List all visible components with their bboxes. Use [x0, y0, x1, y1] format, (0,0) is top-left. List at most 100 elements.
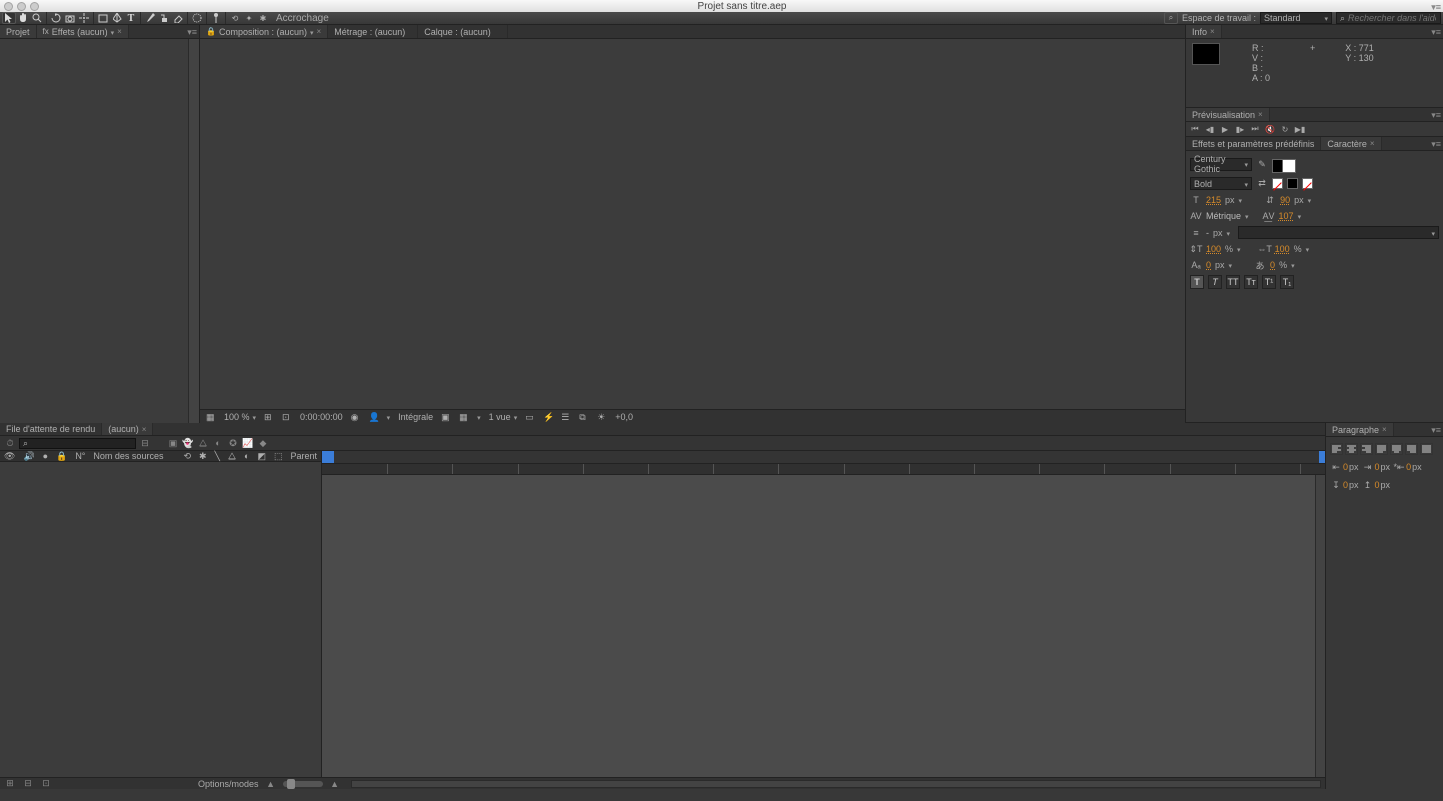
subscript-button[interactable]: T₁ — [1280, 275, 1294, 289]
col-parent[interactable]: Parent — [290, 451, 317, 461]
world-axis-icon[interactable]: ✦ — [242, 12, 256, 24]
local-axis-icon[interactable]: ⟲ — [228, 12, 242, 24]
snapshot-icon[interactable]: ◉ — [351, 412, 361, 422]
timecode-display[interactable]: 0:00:00:00 — [300, 412, 343, 422]
close-window-icon[interactable] — [4, 2, 13, 11]
superscript-button[interactable]: T¹ — [1262, 275, 1276, 289]
timeline-search[interactable]: ⌕ — [19, 438, 136, 449]
draft-3d-icon[interactable]: ▣ — [167, 437, 179, 449]
camera-tool-icon[interactable] — [63, 12, 77, 24]
comp-mini-flowchart-icon[interactable]: ⊟ — [139, 437, 151, 449]
chevron-down-icon[interactable] — [387, 412, 391, 422]
eye-column-icon[interactable]: 👁 — [4, 451, 15, 462]
help-search[interactable]: ⌕ — [1336, 12, 1441, 24]
no-fill-swatch[interactable] — [1302, 178, 1313, 189]
lock-icon[interactable]: 🔒 — [206, 27, 216, 36]
tab-layer[interactable]: Calque : (aucun) — [418, 25, 508, 38]
panel-menu-icon[interactable]: ▾≡ — [1431, 110, 1441, 121]
project-panel-body[interactable] — [0, 39, 199, 423]
minimize-window-icon[interactable] — [17, 2, 26, 11]
tab-effects-current[interactable]: fx Effets (aucun) × — [37, 25, 129, 38]
grid-icon[interactable]: ⊡ — [282, 412, 292, 422]
work-area-start-handle[interactable] — [322, 451, 334, 463]
loop-icon[interactable]: ↻ — [1280, 124, 1290, 134]
timeline-layer-area[interactable] — [0, 462, 321, 777]
tab-preview[interactable]: Prévisualisation× — [1186, 108, 1270, 121]
align-center-button[interactable] — [1345, 443, 1358, 455]
space-after-value[interactable]: 0 — [1375, 480, 1380, 490]
rectangle-tool-icon[interactable] — [96, 12, 110, 24]
vscale-value[interactable]: 100 — [1206, 244, 1221, 254]
baseline-value[interactable]: 0 — [1206, 260, 1211, 270]
hide-shy-icon[interactable]: 👻 — [182, 437, 194, 449]
pen-tool-icon[interactable] — [110, 12, 124, 24]
stroke-style-dropdown[interactable] — [1238, 226, 1439, 239]
roto-brush-tool-icon[interactable] — [190, 12, 204, 24]
scrollbar-vertical[interactable] — [188, 39, 199, 423]
stroke-color-swatch[interactable] — [1282, 159, 1296, 173]
zoom-in-icon[interactable]: ▲ — [329, 778, 341, 790]
font-style-dropdown[interactable]: Bold — [1190, 177, 1252, 190]
align-right-button[interactable] — [1360, 443, 1373, 455]
exposure-value[interactable]: +0,0 — [615, 412, 633, 422]
3d-column-icon[interactable]: ⬚ — [274, 451, 283, 462]
panel-menu-icon[interactable]: ▾≡ — [1431, 2, 1441, 13]
solo-column-icon[interactable]: ● — [43, 451, 48, 461]
show-snapshot-icon[interactable]: 👤 — [369, 412, 379, 422]
col-source-name[interactable]: Nom des sources — [93, 451, 163, 461]
tab-timeline-comp[interactable]: (aucun)× — [102, 423, 153, 435]
clone-stamp-tool-icon[interactable] — [157, 12, 171, 24]
window-controls[interactable] — [4, 2, 39, 11]
col-number[interactable]: N° — [75, 451, 85, 461]
scrollbar-vertical[interactable] — [1315, 475, 1325, 777]
region-icon[interactable]: ▣ — [441, 412, 451, 422]
timeline-icon[interactable]: ☰ — [561, 412, 571, 422]
timeline-search-input[interactable] — [28, 439, 132, 448]
close-icon[interactable]: × — [317, 27, 322, 36]
motion-blur-column-icon[interactable]: ◐ — [244, 451, 249, 461]
panel-menu-icon[interactable]: ▾≡ — [1431, 27, 1441, 38]
tab-character[interactable]: Caractère× — [1321, 137, 1381, 150]
resolution-icon[interactable]: ⊞ — [264, 412, 274, 422]
small-caps-button[interactable]: Tᴛ — [1244, 275, 1258, 289]
brush-tool-icon[interactable] — [143, 12, 157, 24]
tab-footage[interactable]: Métrage : (aucun) — [328, 25, 418, 38]
quality-column-icon[interactable]: ╲ — [215, 451, 220, 462]
justify-all-button[interactable] — [1420, 443, 1433, 455]
leading-value[interactable]: 90 — [1280, 195, 1290, 205]
close-icon[interactable]: × — [117, 27, 122, 36]
view-layout-dropdown[interactable]: 1 vue — [489, 412, 518, 422]
font-family-dropdown[interactable]: Century Gothic — [1190, 158, 1252, 171]
next-frame-icon[interactable]: ▮▸ — [1235, 124, 1245, 134]
transparency-icon[interactable]: ▦ — [459, 412, 469, 422]
panel-menu-icon[interactable]: ▾≡ — [187, 27, 197, 38]
snapping-label[interactable]: Accrochage — [276, 13, 329, 24]
selection-tool-icon[interactable] — [2, 12, 16, 24]
justify-left-button[interactable] — [1375, 443, 1388, 455]
tab-info[interactable]: Info× — [1186, 25, 1222, 38]
adjustment-column-icon[interactable]: ◩ — [257, 451, 266, 462]
zoom-tool-icon[interactable] — [30, 12, 44, 24]
frame-blend-column-icon[interactable]: ⧋ — [228, 451, 236, 462]
swap-colors-icon[interactable]: ⇄ — [1256, 178, 1268, 190]
workspace-dropdown[interactable]: Standard — [1260, 12, 1332, 24]
view-axis-icon[interactable]: ✱ — [256, 12, 270, 24]
quality-dropdown[interactable]: Intégrale — [398, 412, 433, 422]
zoom-out-icon[interactable]: ▲ — [265, 778, 277, 790]
indent-right-value[interactable]: 0 — [1375, 462, 1380, 472]
fx-column-icon[interactable]: ✱ — [199, 451, 207, 462]
pan-behind-tool-icon[interactable] — [77, 12, 91, 24]
panel-menu-icon[interactable]: ▾≡ — [1431, 139, 1441, 150]
tab-project[interactable]: Projet — [0, 25, 37, 38]
composition-viewer[interactable] — [200, 39, 1185, 409]
prev-frame-icon[interactable]: ◂▮ — [1205, 124, 1215, 134]
help-search-input[interactable] — [1348, 13, 1436, 23]
motion-blur-icon[interactable]: ◐ — [212, 437, 224, 449]
first-frame-icon[interactable]: ⏮ — [1190, 124, 1200, 134]
fill-stroke-swatches[interactable] — [1272, 155, 1296, 173]
timecode-button[interactable]: ⏱ — [4, 437, 16, 449]
zoom-window-icon[interactable] — [30, 2, 39, 11]
kerning-value[interactable]: Métrique — [1206, 211, 1241, 221]
flowchart-icon[interactable]: ⧉ — [579, 412, 589, 422]
text-tool-icon[interactable]: T — [124, 12, 138, 24]
